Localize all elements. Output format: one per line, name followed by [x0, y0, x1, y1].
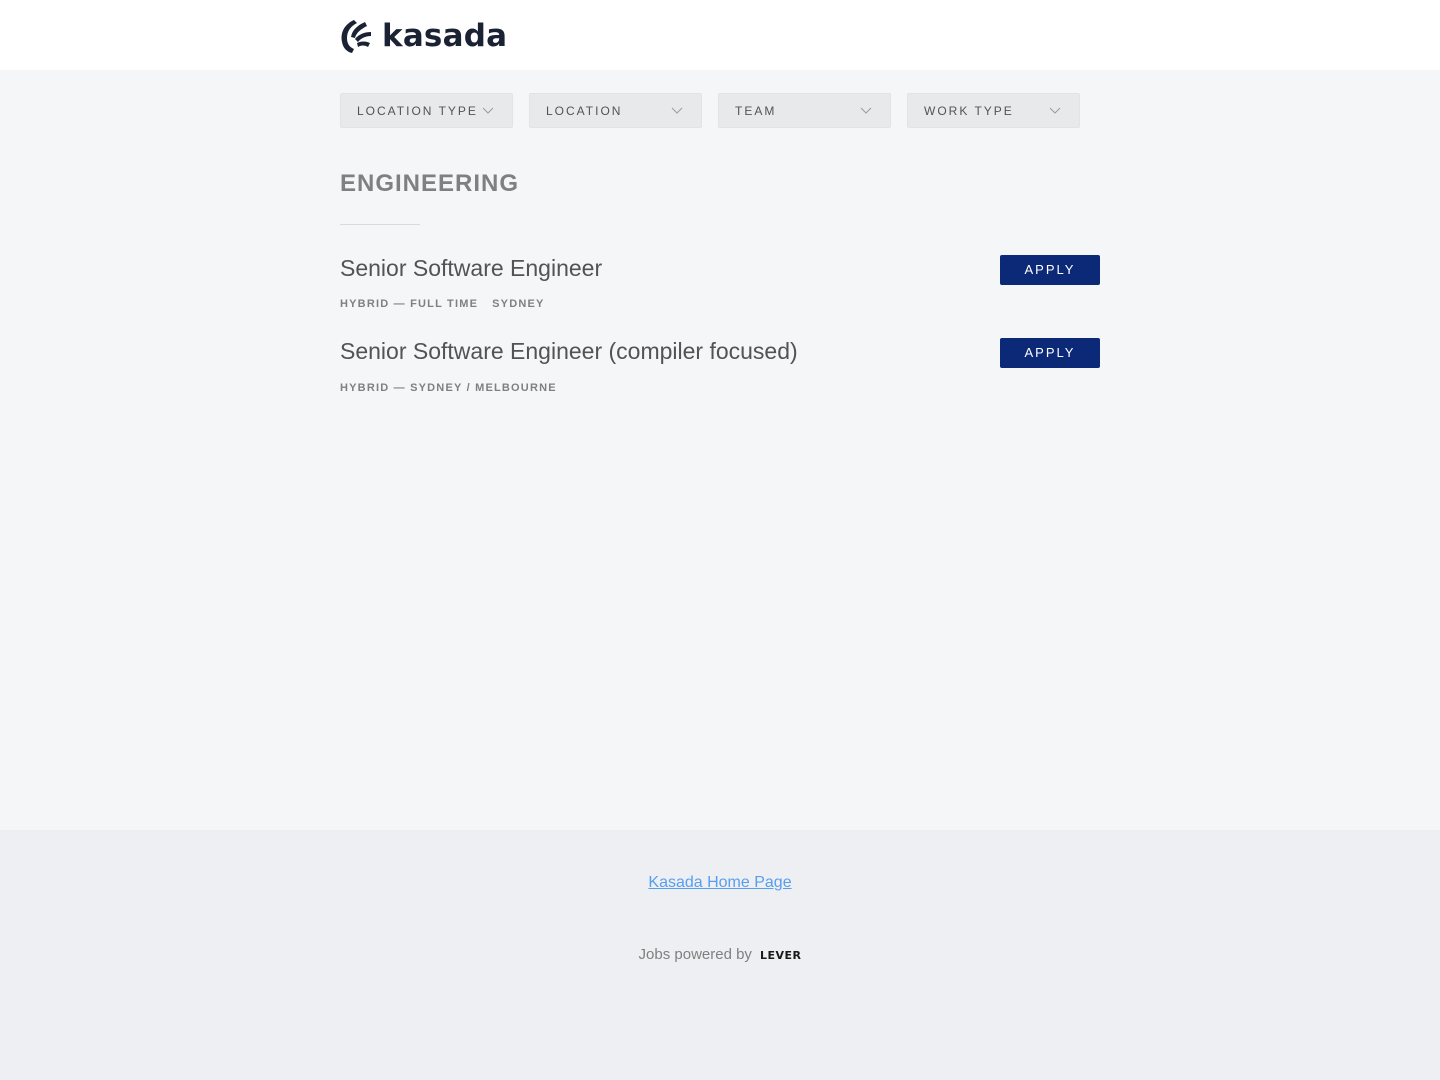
posting-title-link[interactable]: Senior Software Engineer: [340, 255, 602, 282]
home-link-wrap: Kasada Home Page: [0, 874, 1440, 892]
logo-text: kasada: [382, 18, 508, 54]
site-header: kasada: [0, 0, 1440, 70]
site-footer: Kasada Home Page Jobs powered by LEVER: [0, 830, 1440, 1080]
posting-title-link[interactable]: Senior Software Engineer (compiler focus…: [340, 338, 798, 365]
job-posting: Senior Software Engineer HYBRID — FULL T…: [340, 255, 1100, 319]
powered-by: Jobs powered by LEVER: [0, 946, 1440, 963]
powered-by-text: Jobs powered by: [638, 946, 752, 963]
posting-meta: HYBRID — FULL TIME SYDNEY: [340, 298, 545, 310]
apply-button[interactable]: APPLY: [1000, 255, 1100, 285]
filter-work-type[interactable]: WORK TYPE: [907, 93, 1080, 128]
chevron-down-icon: [671, 107, 683, 114]
kasada-logo[interactable]: kasada: [340, 16, 507, 56]
posting-meta-primary: HYBRID — SYDNEY / MELBOURNE: [340, 382, 557, 394]
lever-logo-link[interactable]: LEVER: [760, 949, 802, 962]
filter-location-type[interactable]: LOCATION TYPE: [340, 93, 513, 128]
filter-location[interactable]: LOCATION: [529, 93, 702, 128]
chevron-down-icon: [482, 107, 494, 114]
posting-meta-primary: HYBRID — FULL TIME: [340, 298, 479, 310]
kasada-logo-icon: [341, 20, 371, 53]
team-divider: [340, 224, 420, 225]
posting-meta: HYBRID — SYDNEY / MELBOURNE: [340, 382, 557, 394]
posting-meta-secondary: SYDNEY: [492, 298, 545, 310]
apply-button[interactable]: APPLY: [1000, 338, 1100, 368]
filter-label: LOCATION: [546, 103, 623, 118]
filter-bar: LOCATION TYPE LOCATION TEAM WORK TYPE: [340, 93, 1080, 128]
filter-label: LOCATION TYPE: [357, 103, 478, 118]
filter-label: WORK TYPE: [924, 103, 1014, 118]
chevron-down-icon: [1049, 107, 1061, 114]
team-heading: ENGINEERING: [340, 170, 520, 197]
chevron-down-icon: [860, 107, 872, 114]
filter-team[interactable]: TEAM: [718, 93, 891, 128]
job-posting: Senior Software Engineer (compiler focus…: [340, 338, 1100, 402]
filter-label: TEAM: [735, 103, 777, 118]
kasada-home-link[interactable]: Kasada Home Page: [648, 874, 791, 891]
